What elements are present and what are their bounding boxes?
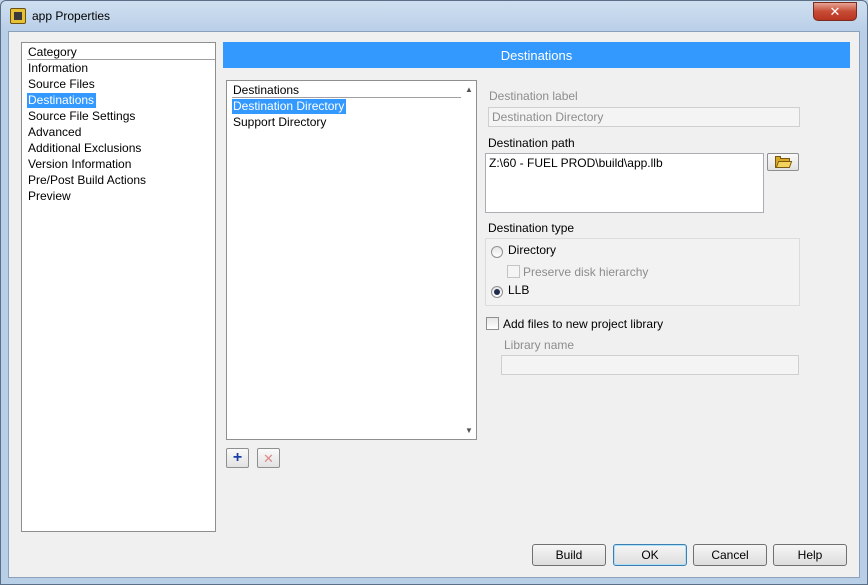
destination-type-caption: Destination type: [488, 221, 575, 235]
help-button[interactable]: Help: [773, 544, 847, 566]
section-title-banner: Destinations: [223, 42, 850, 68]
destination-label-caption: Destination label: [489, 89, 578, 103]
browse-folder-button[interactable]: [767, 153, 799, 171]
category-item-advanced[interactable]: Advanced: [27, 125, 83, 140]
category-item-preview[interactable]: Preview: [27, 189, 73, 204]
ok-button[interactable]: OK: [613, 544, 687, 566]
destination-label-field: Destination Directory: [488, 107, 800, 127]
destinations-list[interactable]: Destinations Destination Directory Suppo…: [226, 80, 477, 440]
category-item-information[interactable]: Information: [27, 61, 90, 76]
add-destination-button[interactable]: +: [226, 448, 249, 468]
add-to-library-label[interactable]: Add files to new project library: [503, 317, 663, 331]
category-item-source-files[interactable]: Source Files: [27, 77, 97, 92]
llb-radio[interactable]: [491, 286, 503, 298]
cancel-button[interactable]: Cancel: [693, 544, 767, 566]
delete-x-icon: ✕: [263, 450, 274, 466]
llb-radio-label[interactable]: LLB: [508, 283, 529, 297]
properties-dialog: app Properties ✕ Category Information So…: [0, 0, 868, 585]
category-list[interactable]: Category Information Source Files Destin…: [21, 42, 216, 532]
scroll-down-arrow-icon[interactable]: ▼: [463, 424, 475, 436]
close-icon: ✕: [829, 3, 841, 19]
build-button[interactable]: Build: [532, 544, 606, 566]
destination-path-field[interactable]: Z:\60 - FUEL PROD\build\app.llb: [485, 153, 764, 213]
category-item-additional-exclusions[interactable]: Additional Exclusions: [27, 141, 143, 156]
scroll-up-arrow-icon[interactable]: ▲: [463, 83, 475, 95]
directory-radio[interactable]: [491, 246, 503, 258]
window-title: app Properties: [32, 9, 111, 23]
destination-type-group: Directory Preserve disk hierarchy LLB: [485, 238, 800, 306]
preserve-hierarchy-label: Preserve disk hierarchy: [523, 265, 649, 279]
destination-item-destination-directory[interactable]: Destination Directory: [232, 99, 347, 114]
destinations-list-header: Destinations: [232, 83, 461, 98]
category-item-pre-post-build-actions[interactable]: Pre/Post Build Actions: [27, 173, 148, 188]
library-name-field: [501, 355, 799, 375]
labview-project-icon: [10, 8, 26, 24]
dialog-content: Category Information Source Files Destin…: [8, 31, 860, 578]
category-item-destinations[interactable]: Destinations: [27, 93, 97, 108]
category-list-header: Category: [27, 45, 215, 60]
destination-item-support-directory[interactable]: Support Directory: [232, 115, 328, 130]
close-button[interactable]: ✕: [813, 2, 857, 21]
category-item-source-file-settings[interactable]: Source File Settings: [27, 109, 137, 124]
remove-destination-button[interactable]: ✕: [257, 448, 280, 468]
title-bar[interactable]: app Properties ✕: [1, 1, 867, 31]
open-folder-icon: [775, 155, 793, 168]
destination-path-caption: Destination path: [488, 136, 575, 150]
plus-icon: +: [232, 449, 243, 466]
preserve-hierarchy-checkbox: [507, 265, 520, 278]
add-to-library-checkbox[interactable]: [486, 317, 499, 330]
library-name-caption: Library name: [504, 338, 575, 352]
category-item-version-information[interactable]: Version Information: [27, 157, 133, 172]
directory-radio-label[interactable]: Directory: [508, 243, 556, 257]
